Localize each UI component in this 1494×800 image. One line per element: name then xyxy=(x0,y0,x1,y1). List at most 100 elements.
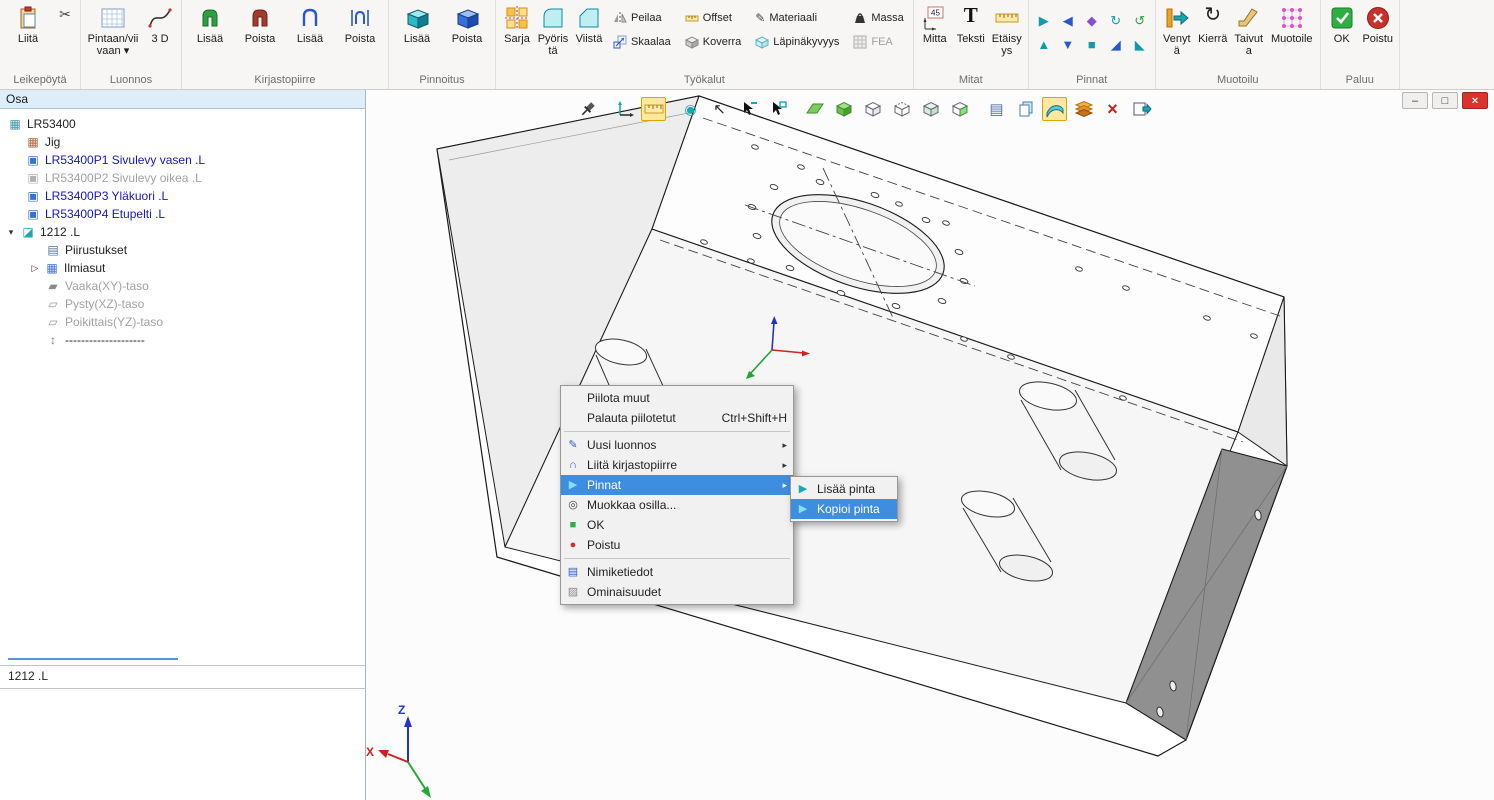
pattern-button[interactable]: Sarja xyxy=(500,3,534,47)
surface-tool-7-button[interactable]: ▼ xyxy=(1057,33,1079,55)
tree-item-yz-plane[interactable]: ▱ Poikittais(YZ)-taso xyxy=(0,313,365,331)
tree-item-part4[interactable]: ▣ LR53400P4 Etupelti .L xyxy=(0,205,365,223)
feature-list-button[interactable]: ▤ xyxy=(984,97,1009,121)
group-label-kirjastopiirre: Kirjastopiirre xyxy=(186,73,384,89)
select-cursor-button[interactable]: ↖ xyxy=(707,97,732,121)
chamfer-button[interactable]: Viistä xyxy=(572,3,606,47)
tree-root[interactable]: ▦ LR53400 xyxy=(0,115,365,133)
tree-item-part2[interactable]: ▣ LR53400P2 Sivulevy oikea .L xyxy=(0,169,365,187)
surface-tool-4-button[interactable]: ↻ xyxy=(1105,9,1127,31)
menu-item-paste-library-feature[interactable]: ∩ Liitä kirjastopiirre ▸ xyxy=(561,455,793,475)
library-slot-add-button[interactable]: Lisää xyxy=(286,3,334,47)
select-edge-button[interactable] xyxy=(736,97,761,121)
curve-3d-icon xyxy=(147,5,173,31)
hollow-button[interactable]: Koverra xyxy=(680,31,747,53)
menu-item-ok[interactable]: ■ OK xyxy=(561,515,793,535)
tree-item-xy-plane[interactable]: ▰ Vaaka(XY)-taso xyxy=(0,277,365,295)
surface-tool-3-button[interactable]: ◆ xyxy=(1081,9,1103,31)
bend-button[interactable]: Taivuta xyxy=(1232,3,1266,60)
surface-tool-10-button[interactable]: ◣ xyxy=(1129,33,1151,55)
panel-splitter[interactable] xyxy=(8,658,178,660)
model-canvas[interactable]: Z X xyxy=(366,90,1494,800)
wireframe-mode-button[interactable] xyxy=(860,97,885,121)
tree-item-jig[interactable]: ▦ Jig xyxy=(0,133,365,151)
fea-button[interactable]: FEA xyxy=(848,31,908,53)
tree-item-part3[interactable]: ▣ LR53400P3 Yläkuori .L xyxy=(0,187,365,205)
library-slot-remove-button[interactable]: Poista xyxy=(336,3,384,47)
text-button[interactable]: T Teksti xyxy=(954,3,988,47)
surface-tool-button[interactable] xyxy=(1042,97,1067,121)
close-button[interactable]: × xyxy=(1462,92,1488,109)
submenu-item-copy-surface[interactable]: ▶ Kopioi pinta xyxy=(791,499,897,519)
tree-item-1212[interactable]: ▾ ◪ 1212 .L xyxy=(0,223,365,241)
minimize-button[interactable]: – xyxy=(1402,92,1428,109)
material-button[interactable]: ✎ Materiaali xyxy=(750,7,844,29)
distance-button[interactable]: Etäisyys xyxy=(990,3,1024,60)
submenu-item-add-surface[interactable]: ▶ Lisää pinta xyxy=(791,479,897,499)
form-button[interactable]: Muotoile xyxy=(1268,3,1316,47)
transparency-button[interactable]: Läpinäkyvyys xyxy=(750,31,844,53)
sketch-3d-button[interactable]: 3 D xyxy=(143,3,177,47)
layers-button[interactable] xyxy=(1071,97,1096,121)
mirror-button[interactable]: Peilaa xyxy=(608,7,676,29)
dimension-button[interactable]: 45 Mitta xyxy=(918,3,952,47)
offset-button[interactable]: Offset xyxy=(680,7,747,29)
tree-item-ilmiasut[interactable]: ▷ ▦ Ilmiasut xyxy=(0,259,365,277)
section-view-button[interactable] xyxy=(947,97,972,121)
sketch-on-face-button[interactable]: Pintaan/viivaan ▾ xyxy=(85,3,141,60)
viewport-toolbar: ◉ ↖ ▤ xyxy=(575,97,1154,121)
surface-tool-5-button[interactable]: ↺ xyxy=(1129,9,1151,31)
paste-button[interactable]: Liitä xyxy=(4,3,52,47)
highlight-face-button[interactable] xyxy=(802,97,827,121)
tree-item-piirustukset[interactable]: ▤ Piirustukset xyxy=(0,241,365,259)
solid-mode-button[interactable] xyxy=(831,97,856,121)
menu-item-edit-with-parts[interactable]: ◎ Muokkaa osilla... xyxy=(561,495,793,515)
menu-item-title-data[interactable]: ▤ Nimiketiedot xyxy=(561,562,793,582)
maximize-button[interactable]: □ xyxy=(1432,92,1458,109)
menu-item-new-sketch[interactable]: ✎ Uusi luonnos ▸ xyxy=(561,435,793,455)
mass-button[interactable]: Massa xyxy=(848,7,908,29)
exit-x-icon xyxy=(1365,5,1391,31)
model-viewport[interactable]: Z X ◉ ↖ xyxy=(366,90,1494,800)
copy-geometry-button[interactable] xyxy=(1013,97,1038,121)
menu-item-exit[interactable]: ● Poistu xyxy=(561,535,793,555)
select-face-button[interactable] xyxy=(765,97,790,121)
surface-tool-6-button[interactable]: ▲ xyxy=(1033,33,1055,55)
menu-item-surfaces[interactable]: ▶ Pinnat ▸ xyxy=(561,475,793,495)
surfaces-icon-grid: ▶ ▲ ◀ ▼ ◆ ■ ↻ ◢ ↺ ◣ xyxy=(1033,9,1151,57)
move-part-button[interactable] xyxy=(612,97,637,121)
mirror-label: Peilaa xyxy=(631,12,662,24)
menu-item-restore-hidden[interactable]: Palauta piilotetut Ctrl+Shift+H xyxy=(561,408,793,428)
library-feature-add-button[interactable]: Lisää xyxy=(186,3,234,47)
fillet-button[interactable]: Pyöristä xyxy=(536,3,570,60)
surface-tool-7-icon: ▼ xyxy=(1061,38,1074,51)
coating-add-button[interactable]: Lisää xyxy=(393,3,441,47)
sketch-on-face-label: Pintaan/viivaan ▾ xyxy=(86,33,140,58)
library-feature-remove-button[interactable]: Poista xyxy=(236,3,284,47)
export-view-button[interactable] xyxy=(1129,97,1154,121)
tree-item-part1[interactable]: ▣ LR53400P1 Sivulevy vasen .L xyxy=(0,151,365,169)
tree-item-xz-plane[interactable]: ▱ Pysty(XZ)-taso xyxy=(0,295,365,313)
surface-tool-2-button[interactable]: ◀ xyxy=(1057,9,1079,31)
shaded-edges-button[interactable] xyxy=(918,97,943,121)
surface-tool-8-button[interactable]: ■ xyxy=(1081,33,1103,55)
surface-tool-1-button[interactable]: ▶ xyxy=(1033,9,1055,31)
exit-button[interactable]: Poistu xyxy=(1361,3,1395,47)
delete-button[interactable]: × xyxy=(1100,97,1125,121)
hidden-lines-button[interactable] xyxy=(889,97,914,121)
scale-button[interactable]: Skaalaa xyxy=(608,31,676,53)
pin-button[interactable] xyxy=(575,97,600,121)
measure-button[interactable] xyxy=(641,97,666,121)
surface-tool-9-button[interactable]: ◢ xyxy=(1105,33,1127,55)
coating-remove-button[interactable]: Poista xyxy=(443,3,491,47)
stretch-button[interactable]: Venytä xyxy=(1160,3,1194,60)
snap-select-button[interactable]: ◉ xyxy=(678,97,703,121)
menu-item-hide-others[interactable]: Piilota muut xyxy=(561,388,793,408)
menu-item-properties[interactable]: ▨ Ominaisuudet xyxy=(561,582,793,602)
expander-collapsed-icon[interactable]: ▷ xyxy=(30,263,40,274)
twist-button[interactable]: ↻ Kierrä xyxy=(1196,3,1230,47)
expander-expanded-icon[interactable]: ▾ xyxy=(6,227,16,238)
ok-button[interactable]: OK xyxy=(1325,3,1359,47)
cut-button[interactable]: ✂ xyxy=(54,3,76,25)
tree-item-symmetry[interactable]: ↕ -------------------- xyxy=(0,331,365,349)
